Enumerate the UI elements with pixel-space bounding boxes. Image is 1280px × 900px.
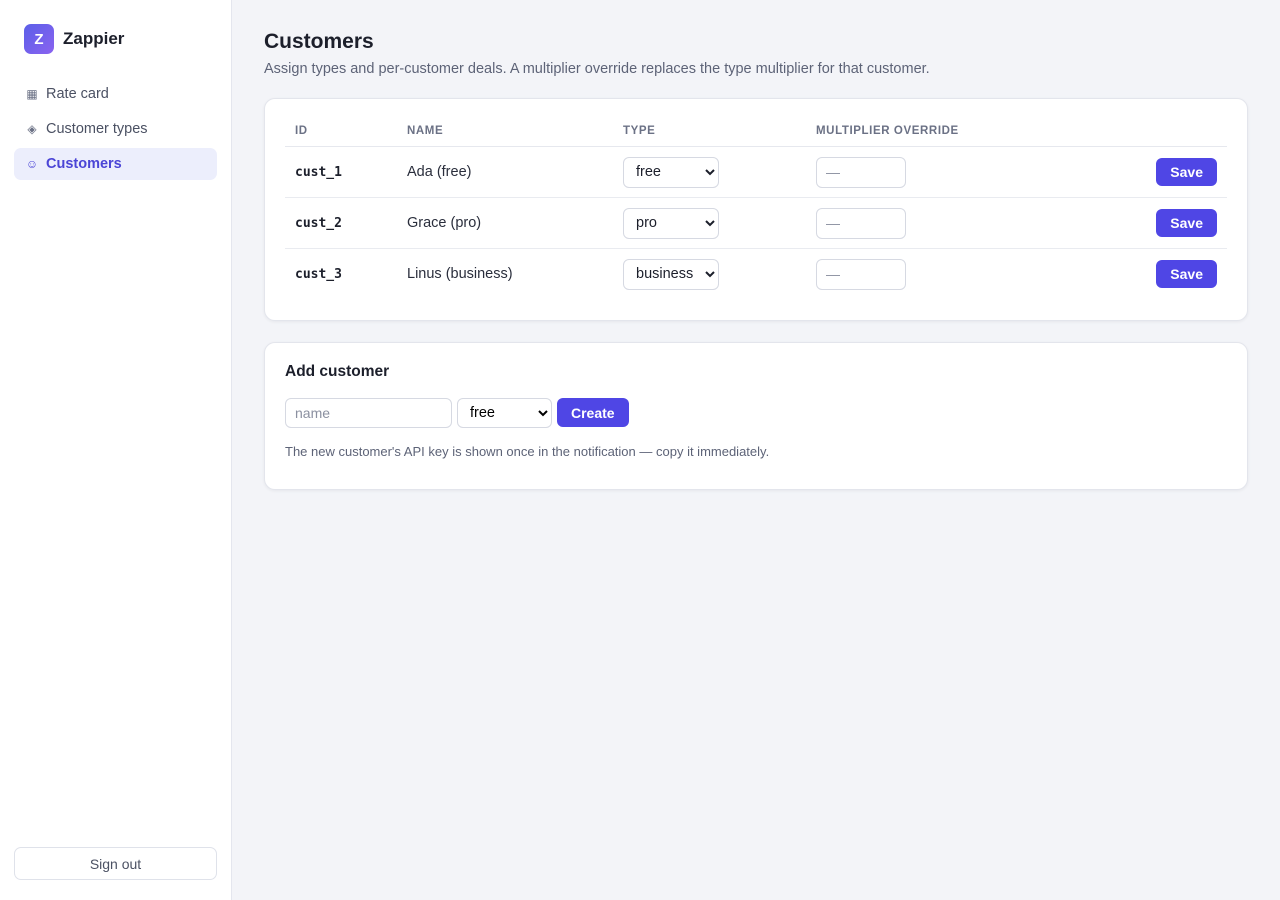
page-title: Customers [264,30,374,53]
customer-type-cell: freeprobusiness [613,146,806,198]
customer-id: cust_3 [295,266,342,282]
customer-name: Linus (business) [407,266,513,283]
customer-name: Ada (free) [397,146,613,198]
multiplier-override-cell [806,197,1088,249]
customer-id: cust_1 [285,146,397,198]
customers-table-card: ID NAME TYPE MULTIPLIER OVERRIDE cust_1 A… [264,98,1248,321]
table-row: cust_1Ada (free) freeprobusiness Save [285,146,1227,198]
row-actions-cell: Save [1087,197,1227,249]
sidebar-item-label: Customer types [46,121,148,137]
row-actions-cell: Save [1087,249,1227,300]
table-header-row: ID NAME TYPE MULTIPLIER OVERRIDE [285,119,1227,147]
brand: Z Zappier [14,24,217,54]
new-customer-name-input[interactable] [285,397,452,428]
sidebar-item-customer-types[interactable]: ◈ Customer types [14,113,217,145]
api-key-hint: The new customer's API key is shown once… [285,443,770,459]
table-row: cust_3 Linus (business) freeprobusiness Sav… [285,249,1227,300]
row-actions-cell: Save [1087,146,1227,198]
add-customer-form: freeprobusiness Create [285,397,1227,428]
column-header-id: ID [285,119,397,147]
customer-type-select[interactable]: freeprobusiness [623,207,719,239]
diamond-icon: ◈ [27,122,37,136]
multiplier-override-input[interactable] [816,207,906,239]
brand-name: Zappier [63,29,125,48]
save-button[interactable]: Save [1156,158,1217,186]
customers-table: ID NAME TYPE MULTIPLIER OVERRIDE cust_1 A… [285,119,1227,300]
sign-out-button[interactable]: Sign out [14,847,217,880]
grid-icon: ▦ [26,87,38,101]
customer-type-select[interactable]: freeprobusiness [623,156,719,188]
multiplier-override-cell [806,249,1087,300]
customer-type-select[interactable]: freeprobusiness [623,258,719,290]
save-button[interactable]: Save [1156,209,1217,237]
multiplier-override-input[interactable] [816,258,906,290]
table-row: cust_2Grace (pro) freeprobusiness Save [285,197,1227,249]
column-header-multiplier-override: MULTIPLIER OVERRIDE [806,119,1088,147]
table-body: cust_1Ada (free)freeprobusinessSavecust_… [285,146,1227,300]
add-customer-title: Add customer [285,362,390,380]
sidebar-item-label: Rate card [46,86,109,102]
customer-name: Grace (pro) [397,197,613,249]
smiley-icon: ☺ [25,157,39,171]
customer-type-cell: freeprobusiness [613,249,806,300]
multiplier-override-cell [806,146,1088,198]
sidebar-item-label: Customers [46,156,122,172]
save-button[interactable]: Save [1156,260,1217,289]
main-content: Customers Assign types and per-customer … [232,0,1280,900]
sidebar-item-customers[interactable]: ☺ Customers [14,148,217,180]
customer-id: cust_2 [285,197,397,249]
column-header-actions [1087,119,1227,147]
sidebar-nav: ▦ Rate card ◈ Customer types ☺ Customers [14,78,217,180]
page-subtitle: Assign types and per-customer deals. A m… [264,61,930,77]
column-header-type: TYPE [613,119,806,147]
column-header-name: NAME [397,119,613,147]
multiplier-override-input[interactable] [816,156,906,188]
sidebar: Z Zappier ▦ Rate card ◈ Customer types ☺… [0,0,232,900]
sidebar-item-rate-card[interactable]: ▦ Rate card [14,78,217,110]
brand-logo-icon: Z [24,24,54,54]
create-customer-button[interactable]: Create [557,398,629,427]
customer-type-cell: freeprobusiness [613,197,806,249]
new-customer-type-select[interactable]: freeprobusiness [457,397,552,428]
add-customer-card: Add customer freeprobusiness Create The … [264,341,1248,490]
